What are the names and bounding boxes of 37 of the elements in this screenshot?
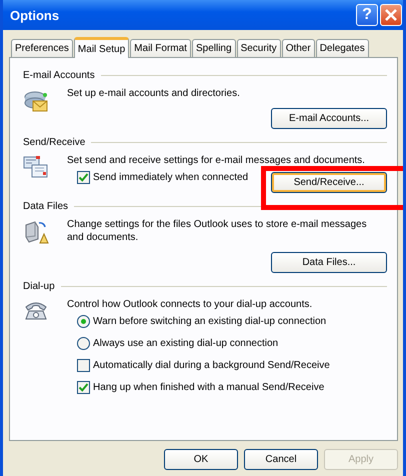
data-files-icon xyxy=(23,219,49,245)
section-heading: Data Files xyxy=(23,201,68,212)
checkbox[interactable] xyxy=(77,359,90,372)
checkmark-icon xyxy=(78,172,89,183)
section-button[interactable]: Data Files... xyxy=(271,252,387,273)
close-icon xyxy=(384,8,398,22)
option[interactable]: Automatically dial during a background Send/Receive xyxy=(77,359,330,372)
option[interactable]: Always use an existing dial-up connection xyxy=(77,337,330,350)
tab[interactable]: Mail Format xyxy=(130,39,191,57)
section-button[interactable]: E-mail Accounts... xyxy=(271,108,387,129)
section-button[interactable]: Send/Receive... xyxy=(271,172,387,193)
option[interactable]: Send immediately when connected xyxy=(77,171,248,184)
close-button[interactable] xyxy=(380,4,402,26)
section-heading: Dial-up xyxy=(23,281,55,292)
section-description: Control how Outlook connects to your dial-up accounts. xyxy=(67,298,314,311)
section-heading: E-mail Accounts xyxy=(23,70,95,81)
checkbox[interactable] xyxy=(77,171,90,184)
dialog-button[interactable]: Cancel xyxy=(244,449,318,470)
tab[interactable]: Other xyxy=(282,39,315,57)
checkmark-icon xyxy=(78,382,89,393)
tab[interactable]: Spelling xyxy=(192,39,236,57)
dialog-button[interactable]: OK xyxy=(164,449,238,470)
radio-button[interactable] xyxy=(77,315,90,328)
radio-button[interactable] xyxy=(77,337,90,350)
option[interactable]: Hang up when finished with a manual Send/Receive xyxy=(77,381,330,394)
tab[interactable]: Mail Setup xyxy=(74,37,130,58)
window-title: Options xyxy=(9,8,60,22)
send-receive-icon xyxy=(23,155,49,179)
checkbox[interactable] xyxy=(77,381,90,394)
section-description: Set up e-mail accounts and directories. xyxy=(67,87,241,100)
section-description: Change settings for the files Outlook uses to store e-mail messages and documents. xyxy=(67,218,368,244)
option[interactable]: Warn before switching an existing dial-up connection xyxy=(77,315,330,328)
tab[interactable]: Security xyxy=(236,39,281,57)
tab[interactable]: Delegates xyxy=(316,39,369,57)
tab[interactable]: Preferences xyxy=(11,39,73,57)
section-heading: Send/Receive xyxy=(23,137,86,148)
section-description: Set send and receive settings for e-mail messages and documents. xyxy=(67,154,366,167)
